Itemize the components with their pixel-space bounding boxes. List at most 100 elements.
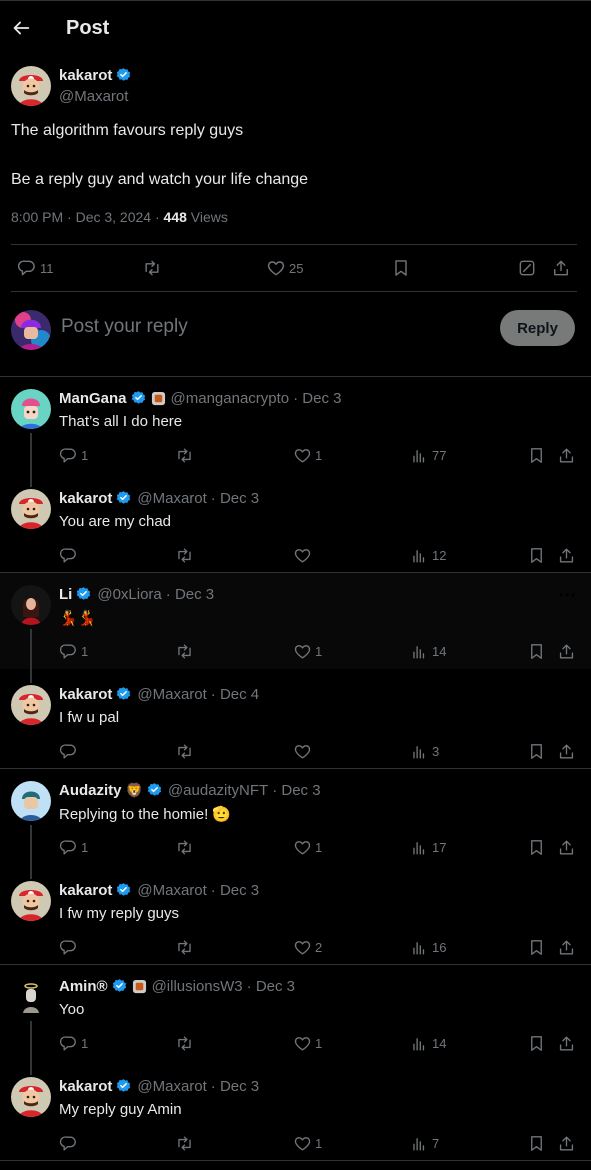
views-action[interactable]: 12 [410,546,446,565]
reply-author[interactable]: kakarot @Maxarot · Dec 3 [59,1078,259,1095]
bookmark-action[interactable] [527,546,546,565]
more-options-icon[interactable] [557,69,577,83]
current-user-avatar[interactable] [11,310,51,350]
avatar[interactable] [11,1077,51,1117]
reply-date[interactable]: · Dec 4 [211,686,259,703]
avatar[interactable] [11,881,51,921]
bookmark-action[interactable] [527,642,546,661]
more-options-icon[interactable] [557,392,577,406]
author-handle[interactable]: @Maxarot [59,88,128,105]
like-action[interactable]: 1 [293,642,322,661]
reply-button[interactable]: Reply [500,310,575,346]
reply-action[interactable]: 1 [59,446,88,465]
author-name[interactable]: ManGana [59,390,127,407]
reply-date[interactable]: · Dec 3 [247,978,295,995]
author-handle[interactable]: @manganacrypto [171,390,290,407]
reply-action[interactable] [59,742,81,761]
post-timestamp[interactable]: 8:00 PM · Dec 3, 2024 · [11,209,164,225]
author-name[interactable]: kakarot [59,1078,112,1095]
avatar[interactable] [11,389,51,429]
bookmark-action[interactable] [527,742,546,761]
share-action[interactable] [557,1134,576,1153]
more-options-icon[interactable] [557,980,577,994]
reply-action[interactable]: 11 [17,258,54,278]
repost-action[interactable] [175,742,194,761]
like-action[interactable] [293,546,315,565]
reply-date[interactable]: · Dec 3 [293,390,341,407]
share-action[interactable] [557,938,576,957]
share-action[interactable] [557,1034,576,1053]
like-action[interactable]: 1 [293,1134,322,1153]
views-action[interactable]: 14 [410,1034,446,1053]
main-post-author[interactable]: kakarot [59,67,132,84]
reply-author[interactable]: kakarot @Maxarot · Dec 3 [59,490,259,507]
author-name[interactable]: Li [59,586,72,603]
author-name[interactable]: kakarot [59,67,112,84]
views-action[interactable]: 3 [410,742,439,761]
reply-author[interactable]: Amin® @illusionsW3 · Dec 3 [59,978,295,995]
bookmark-action[interactable] [527,1034,546,1053]
grok-action[interactable] [517,258,537,278]
views-action[interactable]: 7 [410,1134,439,1153]
repost-action[interactable] [175,546,194,565]
repost-action[interactable] [175,446,194,465]
repost-action[interactable] [175,642,194,661]
author-name[interactable]: kakarot [59,686,112,703]
repost-action[interactable] [175,1034,194,1053]
reply-action[interactable]: 1 [59,1034,88,1053]
author-handle[interactable]: @0xLiora [97,586,161,603]
more-options-icon[interactable] [557,688,577,702]
author-handle[interactable]: @Maxarot [137,882,206,899]
like-action[interactable]: 25 [266,258,303,278]
avatar[interactable] [11,685,51,725]
share-action[interactable] [551,258,571,278]
avatar[interactable] [11,585,51,625]
author-handle[interactable]: @Maxarot [137,490,206,507]
like-action[interactable]: 2 [293,938,322,957]
share-action[interactable] [557,642,576,661]
bookmark-action[interactable] [527,838,546,857]
reply-action[interactable]: 1 [59,838,88,857]
reply-action[interactable] [59,546,81,565]
author-name[interactable]: kakarot [59,882,112,899]
bookmark-action[interactable] [527,938,546,957]
views-action[interactable]: 14 [410,642,446,661]
more-options-icon[interactable] [557,884,577,898]
reply-date[interactable]: · Dec 3 [272,782,320,799]
author-handle[interactable]: @audazityNFT [168,782,268,799]
author-handle[interactable]: @Maxarot [137,686,206,703]
reply-author[interactable]: kakarot @Maxarot · Dec 3 [59,882,259,899]
back-arrow-icon[interactable] [10,17,34,41]
views-action[interactable]: 16 [410,938,446,957]
author-name[interactable]: kakarot [59,490,112,507]
share-action[interactable] [557,446,576,465]
bookmark-action[interactable] [527,446,546,465]
more-options-icon[interactable] [557,784,577,798]
reply-author[interactable]: kakarot @Maxarot · Dec 4 [59,686,259,703]
like-action[interactable]: 1 [293,1034,322,1053]
repost-action[interactable] [175,938,194,957]
views-action[interactable]: 77 [410,446,446,465]
reply-author[interactable]: Audazity 🦁 @audazityNFT · Dec 3 [59,782,321,799]
more-options-icon[interactable] [557,588,577,602]
share-action[interactable] [557,546,576,565]
like-action[interactable] [293,742,315,761]
reply-date[interactable]: · Dec 3 [211,882,259,899]
repost-action[interactable] [175,838,194,857]
like-action[interactable]: 1 [293,446,322,465]
reply-author[interactable]: ManGana @manganacrypto · Dec 3 [59,390,342,407]
repost-action[interactable] [142,258,162,278]
reply-action[interactable] [59,938,81,957]
reply-action[interactable] [59,1134,81,1153]
avatar[interactable] [11,489,51,529]
author-name[interactable]: Amin® [59,978,108,995]
avatar[interactable] [11,977,51,1017]
reply-date[interactable]: · Dec 3 [166,586,214,603]
repost-action[interactable] [175,1134,194,1153]
reply-date[interactable]: · Dec 3 [211,1078,259,1095]
more-options-icon[interactable] [557,1080,577,1094]
bookmark-action[interactable] [527,1134,546,1153]
author-name[interactable]: Audazity [59,782,122,799]
share-action[interactable] [557,742,576,761]
bookmark-action[interactable] [391,258,411,278]
